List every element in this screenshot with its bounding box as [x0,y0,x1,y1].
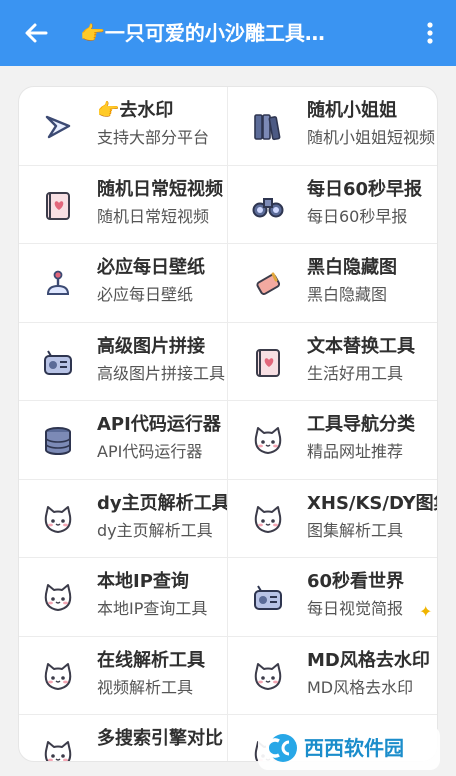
tool-name: 在线解析工具 [97,649,205,671]
cat-icon [41,660,75,694]
cat-icon [251,424,285,458]
tool-desc: 随机小姐姐短视频 [307,128,436,147]
tool-desc: 每日60秒早报 [307,206,408,226]
tool-row: 高级图片拼接 高级图片拼接工具 文本替换工具 生活好用工具 [19,322,437,401]
tool-item[interactable]: 本地IP查询 本地IP查询工具 [19,558,228,636]
tool-row: 👉去水印 支持大部分平台 随机小姐姐 随机小姐姐短视频 [19,87,437,166]
tool-desc: 生活好用工具 [307,363,404,383]
tool-desc: 图集解析工具 [307,520,404,540]
tool-name: 必应每日壁纸 [97,257,205,278]
tool-item[interactable]: 文本替换工具 生活好用工具 [229,323,437,401]
tool-desc: 高级图片拼接工具 [97,363,226,383]
watermark-text: 西西软件园 [304,736,404,760]
tool-desc: API代码运行器 [97,442,203,461]
cat-icon [251,503,285,537]
tool-row: 在线解析工具 视频解析工具 MD风格去水印 MD风格去水印 [19,636,437,715]
tool-name: 随机小姐姐 [307,100,397,121]
tool-name: API代码运行器 [97,414,221,435]
tool-name: 多搜索引擎对比 [97,728,223,749]
tool-name: 60秒看世界 [307,571,405,592]
tool-name: 随机日常短视频 [97,178,223,200]
more-vert-icon[interactable] [418,17,442,49]
tool-row: 必应每日壁纸 必应每日壁纸 黑白隐藏图 黑白隐藏图 [19,244,437,323]
tool-name: 高级图片拼接 [97,335,205,357]
tool-item[interactable]: 高级图片拼接高级图片拼接工具 [19,322,228,401]
binoculars-icon [251,189,285,223]
tool-desc: MD风格去水印 [307,677,414,697]
tool-desc: 黑白隐藏图 [307,285,388,304]
tool-item[interactable]: 黑白隐藏图 黑白隐藏图 [229,244,437,322]
app-bar: 👉一只可爱的小沙雕工具… [0,0,456,66]
tool-item[interactable]: 在线解析工具 视频解析工具 [19,636,228,715]
back-arrow-icon[interactable] [20,17,52,49]
tool-row: API代码运行器 API代码运行器 工具导航分类 精品网址推荐 [19,401,437,480]
tool-name: 工具导航分类 [307,414,415,435]
tool-desc: 必应每日壁纸 [97,285,194,304]
tool-desc: 精品网址推荐 [307,442,404,461]
tool-item[interactable]: 多搜索引擎对比 [19,715,228,761]
tool-item[interactable]: 工具导航分类 精品网址推荐 [229,401,437,479]
tool-name: 每日60秒早报 [307,178,423,200]
cc-logo-icon [266,734,297,762]
tool-item[interactable]: dy主页解析工具 dy主页解析工具 [19,479,228,558]
tool-item[interactable]: XHS/KS/DY图集 图集解析工具 [229,480,438,558]
cat-icon [41,738,75,761]
tool-name: dy主页解析工具 [97,492,228,514]
tool-desc: 本地IP查询工具 [97,599,208,618]
tool-name: 本地IP查询 [97,571,189,592]
tool-row: 本地IP查询 本地IP查询工具 60秒看世界 每日视觉简报 ✦ [19,558,437,637]
play-arrow-icon [41,110,75,144]
tool-item[interactable]: MD风格去水印 MD风格去水印 [229,637,437,715]
eraser-icon [251,267,285,301]
tool-row: 随机日常短视频 随机日常短视频 每日60秒早报 每日60秒早报 [19,165,437,244]
books-icon [251,110,285,144]
radio-icon [41,346,75,380]
tool-name: 黑白隐藏图 [307,257,397,278]
heart-book-icon [41,189,75,223]
tool-item[interactable]: 每日60秒早报 每日60秒早报 [229,166,437,244]
tool-name: MD风格去水印 [307,649,430,671]
joystick-icon [41,267,75,301]
tool-desc: 支持大部分平台 [97,128,210,147]
tool-item[interactable]: API代码运行器 API代码运行器 [19,401,228,479]
tool-item[interactable]: 👉去水印支持大部分平台 [19,87,228,165]
tool-card: 👉去水印 支持大部分平台 随机小姐姐 随机小姐姐短视频 随机日常短视频 随机日常短视频 每日… [18,86,438,762]
tool-desc: dy主页解析工具 [97,520,213,540]
cat-icon [41,581,75,615]
sparkle-icon: ✦ [419,602,433,621]
tool-desc: 视频解析工具 [97,677,194,697]
cat-icon [41,503,75,537]
cat-icon [251,660,285,694]
tool-desc: 每日视觉简报 [307,599,404,618]
heart-book-icon [251,346,285,380]
tool-name: 文本替换工具 [307,335,415,357]
tool-item[interactable]: 必应每日壁纸 必应每日壁纸 [19,244,228,322]
tool-grid: 👉去水印 支持大部分平台 随机小姐姐 随机小姐姐短视频 随机日常短视频 随机日常短视频 每日… [19,87,438,761]
page-title: 👉一只可爱的小沙雕工具… [80,21,325,45]
database-icon [41,424,75,458]
tool-name: XHS/KS/DY图集 [307,492,438,514]
tool-item[interactable]: 随机日常短视频 随机日常短视频 [19,165,228,244]
tool-desc: 随机日常短视频 [97,206,210,226]
watermark: 西西软件园 [258,726,440,770]
tool-item[interactable]: 60秒看世界 每日视觉简报 ✦ [229,558,437,636]
tool-name: 👉去水印 [97,100,174,121]
tool-item[interactable]: 随机小姐姐随机小姐姐短视频 [229,87,437,165]
tool-row: dy主页解析工具 dy主页解析工具 XHS/KS/DY图集 图集解析工具 [19,479,438,558]
radio-icon [251,581,285,615]
